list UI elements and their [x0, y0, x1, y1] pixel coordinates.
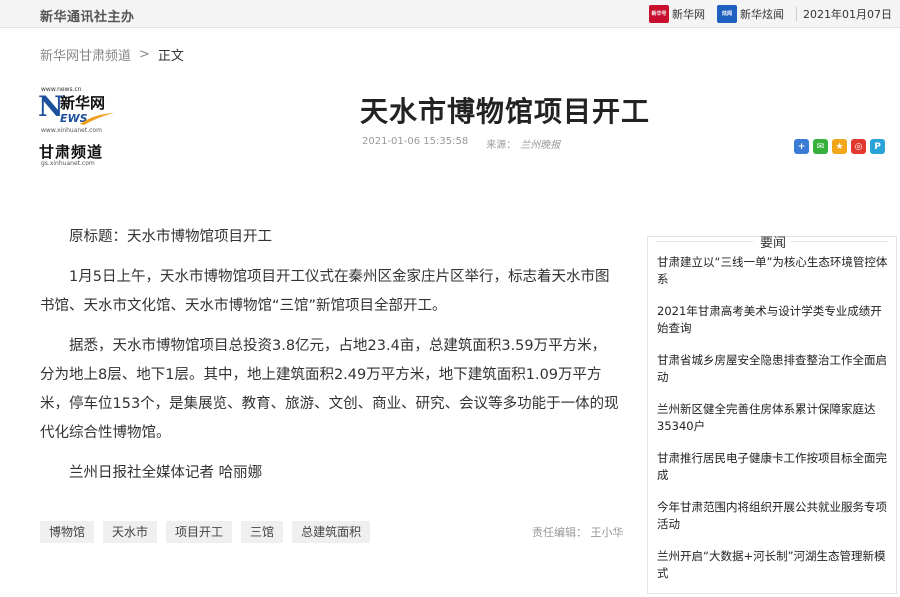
xinhua-show-label: 新华炫闻 — [740, 8, 784, 21]
share-p-icon[interactable]: P — [870, 139, 885, 154]
responsible-editor: 责任编辑： 王小华 — [532, 526, 624, 539]
xinhua-app-link[interactable]: 新华号 新华网 — [649, 5, 705, 23]
qzone-icon[interactable]: ★ — [832, 139, 847, 154]
article-paragraph: 1月5日上午，天水市博物馆项目开工仪式在秦州区金家庄片区举行，标志着天水市图书馆… — [40, 269, 610, 314]
article-paragraph: 据悉，天水市博物馆项目总投资3.8亿元，占地23.4亩，总建筑面积3.59万平方… — [40, 338, 619, 441]
logo-xinhua-name: 新华网 — [60, 94, 106, 112]
headline-link[interactable]: 甘肃推行居民电子健康卡工作按项目标全面完成 — [657, 450, 889, 499]
tag-item[interactable]: 总建筑面积 — [292, 521, 371, 543]
headline-link[interactable]: 2021年甘肃高考美术与设计学类专业成绩开始查询 — [657, 303, 889, 352]
tag-item[interactable]: 博物馆 — [40, 521, 95, 543]
xinhua-app-label: 新华网 — [672, 8, 705, 21]
headline-link[interactable]: 兰州开启“大数据+河长制”河湖生态管理新模式 — [657, 548, 889, 597]
logo-url: www.xinhuanet.com — [41, 127, 102, 134]
headline-list: 甘肃建立以“三线一单”为核心生态环境管控体系 2021年甘肃高考美术与设计学类专… — [657, 254, 889, 597]
headlines-sidebar: 要闻 甘肃建立以“三线一单”为核心生态环境管控体系 2021年甘肃高考美术与设计… — [647, 236, 897, 594]
tag-item[interactable]: 项目开工 — [166, 521, 233, 543]
headline-link[interactable]: 甘肃建立以“三线一单”为核心生态环境管控体系 — [657, 254, 889, 303]
article-paragraph: 原标题：天水市博物馆项目开工 — [69, 229, 272, 245]
tag-item[interactable]: 三馆 — [241, 521, 284, 543]
channel-logo[interactable]: www.news.cn N 新华网 EWS www.xinhuanet.com … — [38, 86, 128, 167]
current-date: 2021年01月07日 — [803, 8, 892, 21]
share-plus-icon[interactable]: + — [794, 139, 809, 154]
article-meta: 2021-01-06 15:35:58 来源： 兰州晚报 — [362, 136, 560, 151]
logo-channel-name: 甘肃频道 — [39, 143, 104, 161]
sidebar-title: 要闻 — [759, 236, 786, 251]
tag-list: 博物馆 天水市 项目开工 三馆 总建筑面积 — [40, 521, 379, 543]
logo-swoosh-icon — [80, 113, 114, 125]
wechat-icon[interactable]: ✉ — [813, 139, 828, 154]
article-body: 原标题：天水市博物馆项目开工 1月5日上午，天水市博物馆项目开工仪式在秦州区金家… — [40, 223, 620, 499]
site-brand: 新华通讯社主办 — [40, 10, 135, 25]
weibo-icon[interactable]: ◎ — [851, 139, 866, 154]
breadcrumb-home-link[interactable]: 新华网甘肃频道 — [40, 45, 131, 64]
xinhua-show-link[interactable]: 炫闻 新华炫闻 — [717, 5, 784, 23]
divider — [796, 7, 797, 21]
headline-link[interactable]: 今年甘肃范围内将组织开展公共就业服务专项活动 — [657, 499, 889, 548]
tag-item[interactable]: 天水市 — [103, 521, 158, 543]
logo-channel-url: gs.xinhuanet.com — [41, 160, 95, 167]
top-bar-right: 新华号 新华网 炫闻 新华炫闻 2021年01月07日 — [649, 4, 892, 24]
article-byline: 兰州日报社全媒体记者 哈丽娜 — [69, 465, 263, 481]
breadcrumb-current: 正文 — [157, 49, 184, 64]
article-title: 天水市博物馆项目开工 — [359, 95, 650, 128]
xinhua-show-icon: 炫闻 — [717, 5, 737, 23]
article-datetime: 2021-01-06 15:35:58 — [362, 136, 469, 147]
top-bar: 新华通讯社主办 新华号 新华网 炫闻 新华炫闻 2021年01月07日 — [0, 0, 900, 28]
source-label: 来源： — [486, 140, 517, 151]
headline-link[interactable]: 兰州新区健全完善住房体系累计保障家庭达35340户 — [657, 401, 889, 450]
breadcrumb-separator: > — [139, 47, 150, 62]
xinhua-app-icon: 新华号 — [649, 5, 669, 23]
source-link[interactable]: 兰州晚报 — [520, 136, 560, 151]
breadcrumb: 新华网甘肃频道 > 正文 — [40, 45, 184, 64]
headline-link[interactable]: 甘肃省城乡房屋安全隐患排查整治工作全面启动 — [657, 352, 889, 401]
share-bar: + ✉ ★ ◎ P — [794, 139, 889, 154]
